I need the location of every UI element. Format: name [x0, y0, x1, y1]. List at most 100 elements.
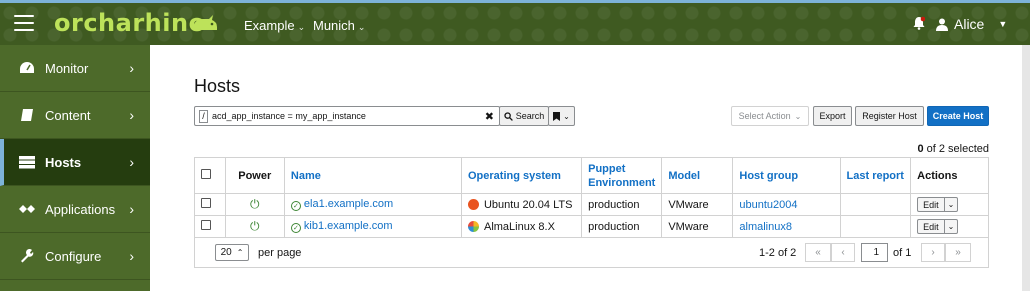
brand-name: orcharhino [54, 9, 206, 37]
host-group-link[interactable]: ubuntu2004 [739, 199, 797, 211]
chevron-right-icon: › [129, 60, 134, 76]
chevron-down-icon: ⌄ [563, 111, 570, 121]
chevron-down-icon: ⌄ [297, 22, 306, 32]
location-label: Munich [313, 18, 355, 33]
sidebar: Monitor › Content › Hosts › Applications… [0, 45, 150, 291]
select-action-label: Select Action [738, 111, 791, 121]
create-host-label: Create Host [932, 111, 984, 121]
edit-button-group: Edit ⌄ [917, 219, 959, 234]
bookmark-dropdown[interactable]: ⌄ [548, 106, 575, 126]
os-label: AlmaLinux 8.X [483, 220, 555, 233]
bookmark-icon [553, 111, 561, 121]
sidebar-item-label: Hosts [45, 154, 82, 170]
caret-down-icon: ▼ [998, 19, 1008, 29]
chevron-right-icon: › [129, 154, 134, 170]
page-number-input[interactable]: 1 [861, 243, 888, 262]
page-title: Hosts [194, 76, 241, 96]
power-on-icon: ⏻ [249, 219, 260, 233]
sidebar-item-content[interactable]: Content › [0, 92, 150, 139]
dashboard-icon [18, 61, 36, 75]
column-header-power: Power [224, 157, 285, 194]
row-checkbox[interactable] [201, 198, 211, 208]
host-group-link[interactable]: almalinux8 [739, 221, 792, 233]
sidebar-item-applications[interactable]: Applications › [0, 186, 150, 233]
select-all-checkbox[interactable] [201, 169, 211, 179]
ubuntu-icon [467, 198, 479, 210]
user-menu[interactable]: Alice ▼ [936, 16, 1007, 32]
organization-switcher[interactable]: Example ⌄ [244, 18, 305, 33]
model-cell: VMware [661, 193, 734, 216]
rhino-icon [193, 15, 217, 30]
table-header-row: Power Name Operating system Puppet Envir… [194, 157, 989, 194]
host-link[interactable]: kib1.example.com [304, 220, 393, 232]
last-page-button[interactable]: » [945, 243, 971, 262]
chevron-up-icon: ⌃ [236, 248, 244, 257]
column-header-name[interactable]: Name [283, 157, 462, 194]
row-select-cell[interactable] [194, 193, 226, 216]
pagination-range: 1-2 of 2 [759, 247, 797, 259]
top-navbar: orcharhino Example ⌄ Munich ⌄ Alice ▼ [0, 0, 1030, 45]
status-ok-icon: ✓ [290, 201, 301, 211]
sidebar-item-configure[interactable]: Configure › [0, 233, 150, 280]
column-header-model[interactable]: Model [661, 157, 734, 194]
sidebar-item-hosts[interactable]: Hosts › [0, 139, 150, 186]
host-link[interactable]: ela1.example.com [304, 198, 393, 210]
chevron-down-icon[interactable]: ⌄ [943, 198, 958, 211]
status-ok-icon: ✓ [290, 223, 301, 233]
column-header-os[interactable]: Operating system [460, 157, 583, 194]
per-page-value: 20 [220, 247, 232, 258]
location-switcher[interactable]: Munich ⌄ [313, 18, 365, 33]
sidebar-item-label: Configure [45, 248, 102, 264]
column-header-host-group[interactable]: Host group [732, 157, 841, 194]
edit-button[interactable]: Edit [918, 198, 944, 211]
selected-count: 0 of 2 selected [917, 143, 989, 155]
power-cell: ⏻ [224, 215, 285, 238]
selected-text: of 2 selected [923, 143, 989, 155]
actions-cell: Edit ⌄ [910, 193, 989, 216]
table-row: ⏻ ✓ kib1.example.com AlmaLinux 8.X produc… [194, 215, 989, 238]
brand-logo[interactable]: orcharhino [54, 9, 217, 37]
applications-icon [18, 203, 36, 215]
last-report-cell [839, 215, 912, 238]
chevron-down-icon: ⌄ [357, 22, 366, 32]
chevron-down-icon[interactable]: ⌄ [943, 220, 958, 233]
table-row: ⏻ ✓ ela1.example.com Ubuntu 20.04 LTS pro… [194, 193, 989, 216]
sidebar-item-monitor[interactable]: Monitor › [0, 45, 150, 92]
page-count-label: of 1 [893, 247, 912, 259]
row-checkbox[interactable] [201, 220, 211, 230]
puppet-env-cell: production [581, 193, 663, 216]
previous-page-button[interactable]: ‹ [831, 243, 855, 262]
host-group-cell: ubuntu2004 [732, 193, 841, 216]
select-action-dropdown[interactable]: Select Action ⌄ [731, 106, 809, 126]
next-page-button[interactable]: › [921, 243, 945, 262]
column-header-actions: Actions [910, 157, 989, 194]
per-page-label: per page [258, 247, 302, 259]
scrollbar[interactable] [1022, 45, 1030, 291]
organization-label: Example [244, 18, 295, 33]
export-label: Export [819, 111, 846, 121]
chevron-right-icon: › [129, 201, 134, 217]
select-all-cell[interactable] [194, 157, 226, 194]
host-name-cell: ✓ kib1.example.com [283, 215, 462, 238]
menu-icon[interactable] [14, 15, 34, 31]
clear-icon[interactable]: ✖ [485, 110, 494, 123]
bell-icon[interactable] [913, 16, 925, 30]
sidebar-item-label: Content [45, 107, 91, 123]
export-button[interactable]: Export [813, 106, 852, 126]
sidebar-item-label: Monitor [45, 60, 89, 76]
register-host-button[interactable]: Register Host [855, 106, 924, 126]
power-cell: ⏻ [224, 193, 285, 216]
column-header-puppet-env[interactable]: Puppet Environment [581, 157, 663, 194]
wrench-icon [18, 249, 36, 263]
book-icon [18, 108, 36, 122]
per-page-dropdown[interactable]: 20 ⌃ [215, 244, 249, 261]
almalinux-icon [467, 220, 479, 232]
row-select-cell[interactable] [194, 215, 226, 238]
edit-button[interactable]: Edit [918, 220, 944, 233]
search-button[interactable]: Search [499, 106, 549, 126]
column-header-last-report[interactable]: Last report [839, 157, 912, 194]
create-host-button[interactable]: Create Host [927, 106, 989, 126]
chevron-right-icon: › [129, 107, 134, 123]
first-page-button[interactable]: « [805, 243, 831, 262]
search-input[interactable]: / acd_app_instance = my_app_instance ✖ [194, 106, 500, 126]
